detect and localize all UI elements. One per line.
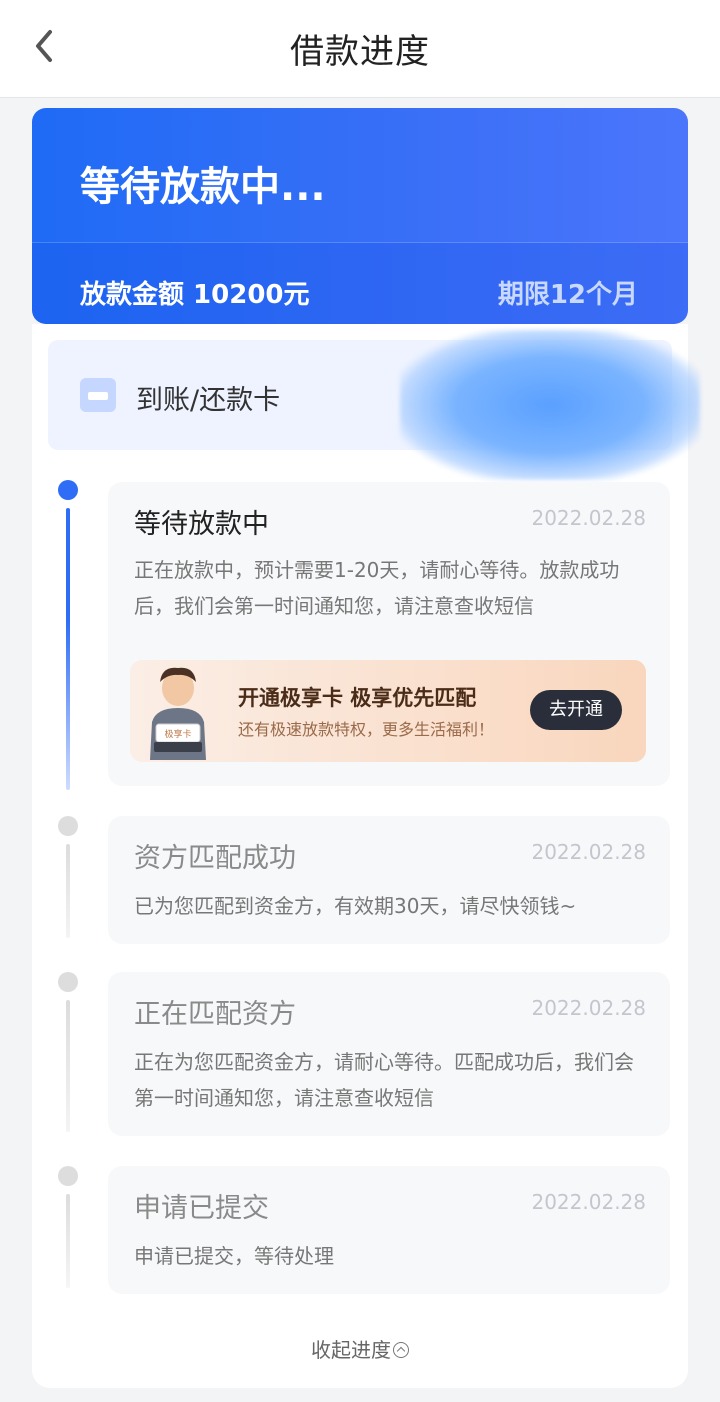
timeline-line: [66, 1194, 70, 1288]
timeline-dot: [58, 816, 78, 836]
timeline-line-active: [66, 508, 70, 790]
status-card-divider: [32, 242, 688, 243]
timeline-line: [66, 844, 70, 938]
promo-title: 开通极享卡 极享优先匹配: [238, 686, 477, 710]
step-date: 2022.02.28: [531, 506, 646, 530]
status-headline: 等待放款中...: [80, 164, 326, 210]
step-description: 正在放款中，预计需要1-20天，请耐心等待。放款成功后，我们会第一时间通知您，请…: [134, 558, 620, 618]
timeline-dot: [58, 972, 78, 992]
timeline-line: [66, 1000, 70, 1132]
timeline-step: 资方匹配成功 2022.02.28 已为您匹配到资金方，有效期30天，请尽快领钱…: [108, 816, 670, 944]
step-description: 已为您匹配到资金方，有效期30天，请尽快领钱~: [134, 894, 577, 918]
step-date: 2022.02.28: [531, 840, 646, 864]
promo-subtitle: 还有极速放款特权，更多生活福利！: [238, 720, 495, 739]
step-date: 2022.02.28: [531, 1190, 646, 1214]
step-title: 等待放款中: [134, 509, 269, 540]
vip-card-promo-banner[interactable]: 极享卡 开通极享卡 极享优先匹配 还有极速放款特权，更多生活福利！ 去开通: [130, 660, 646, 762]
step-description: 申请已提交，等待处理: [134, 1244, 334, 1268]
loan-term: 期限12个月: [497, 280, 638, 310]
step-title: 申请已提交: [134, 1193, 269, 1224]
repayment-card-label: 到账/还款卡: [136, 385, 281, 416]
timeline-dot: [58, 1166, 78, 1186]
nav-bar: 借款进度: [0, 0, 720, 98]
promo-badge: 极享卡: [164, 728, 191, 740]
status-card: 等待放款中... 放款金额 10200元 期限12个月: [32, 108, 688, 324]
chevron-up-icon: [393, 1342, 409, 1358]
bank-card-icon: [80, 378, 116, 412]
collapse-progress-button[interactable]: 收起进度: [0, 1334, 720, 1363]
activate-button[interactable]: 去开通: [530, 690, 622, 730]
loan-amount: 放款金额 10200元: [80, 280, 310, 310]
step-description: 正在为您匹配资金方，请耐心等待。匹配成功后，我们会第一时间通知您，请注意查收短信: [134, 1050, 634, 1110]
timeline-step: 正在匹配资方 2022.02.28 正在为您匹配资金方，请耐心等待。匹配成功后，…: [108, 972, 670, 1136]
page-title: 借款进度: [290, 32, 430, 72]
timeline-step: 申请已提交 2022.02.28 申请已提交，等待处理: [108, 1166, 670, 1294]
step-title: 正在匹配资方: [134, 999, 296, 1030]
timeline-step: 等待放款中 2022.02.28 正在放款中，预计需要1-20天，请耐心等待。放…: [108, 482, 670, 786]
mascot-avatar-icon: 极享卡: [136, 662, 220, 760]
collapse-label: 收起进度: [311, 1338, 391, 1362]
redacted-card-number: [400, 330, 700, 480]
timeline-dot-active: [58, 480, 78, 500]
step-title: 资方匹配成功: [134, 843, 296, 874]
step-date: 2022.02.28: [531, 996, 646, 1020]
